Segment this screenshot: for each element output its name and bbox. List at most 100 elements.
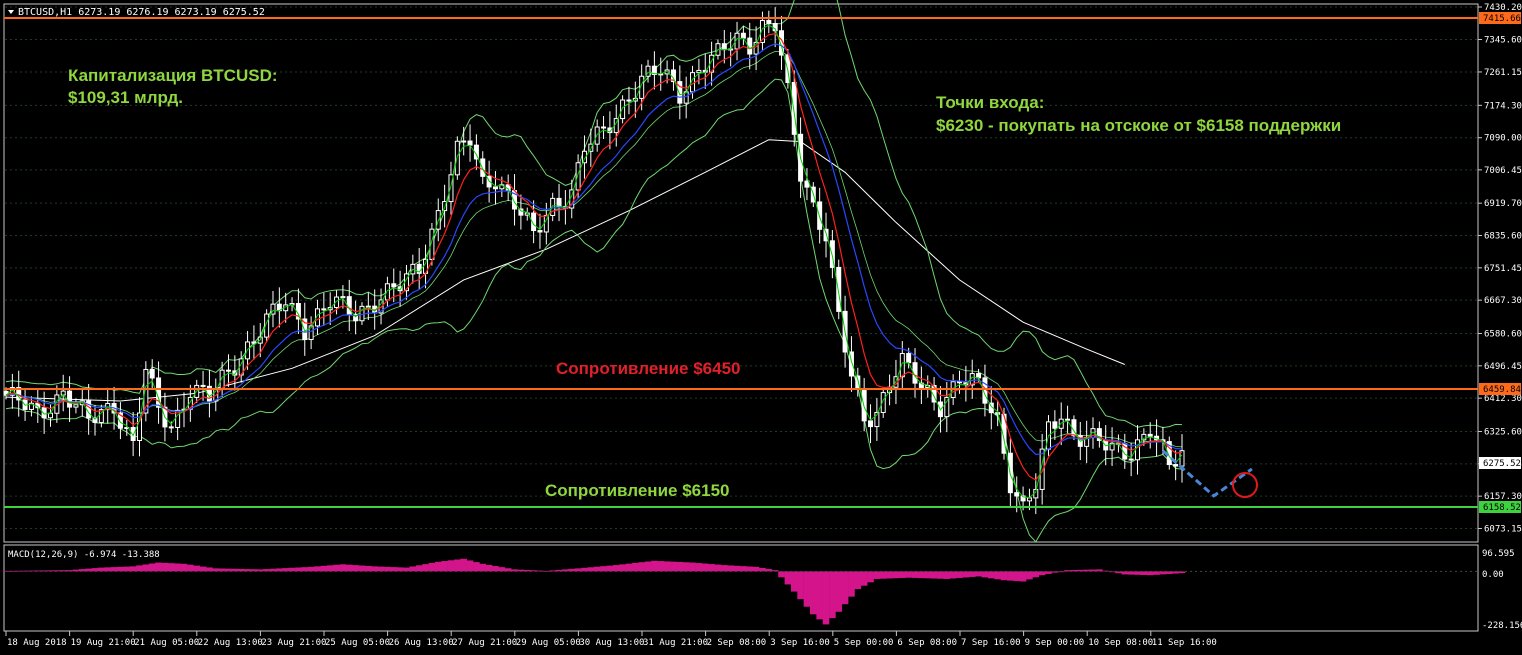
candle-body [1173,464,1179,467]
candle-body [492,186,498,190]
candle-body [696,69,702,74]
macd-bar [199,566,207,572]
price-tick-label: 6919.70 [1484,199,1522,209]
time-tick-label: 29 Aug 05:00 [516,638,581,648]
time-tick-label: 3 Sep 16:00 [770,638,830,648]
macd-bar [1134,571,1141,575]
macd-bar [994,571,1001,580]
macd-bar [1007,571,1014,581]
candle-body [721,43,727,51]
macd-bar [810,571,817,615]
macd-bar [187,564,194,572]
macd-bar [492,566,499,572]
macd-bar [911,571,919,578]
macd-bar [104,567,112,572]
macd-bar [320,565,328,572]
price-tick-label: 7174.30 [1484,101,1522,111]
macd-bar [879,571,887,579]
candle-body [1141,433,1147,441]
macd-bar [1140,571,1148,575]
candle-body [149,368,155,379]
macd-bar [117,566,124,572]
macd-bar [816,571,823,620]
macd-bar [148,563,156,572]
candle-body [391,283,397,288]
time-tick-label: 6 Sep 08:00 [897,638,957,648]
macd-bar [110,567,118,572]
macd-bar [1038,571,1046,576]
macd-bar [638,562,645,572]
macd-bar [409,566,417,572]
macd-bar [797,571,804,600]
macd-bar [460,558,467,572]
macd-bar [803,571,811,607]
macd-bar [377,566,385,572]
macd-bar [714,564,722,572]
macd-bar [358,565,366,572]
candle-body [575,162,581,191]
macd-bar [345,564,353,572]
candle-body [601,126,607,129]
macd-bar [390,567,398,572]
candle-body [1065,418,1071,421]
candle-body [868,420,874,428]
candle-body [518,208,524,216]
macd-bar [536,570,544,572]
time-tick-label: 22 Aug 13:00 [198,638,263,648]
price-tick-label: 7430.20 [1484,3,1522,13]
macd-bar [892,571,900,579]
macd-bar [136,565,143,572]
macd-bar [473,562,480,572]
macd-bar [721,565,728,572]
macd-bar [905,571,912,578]
macd-bar [206,567,213,572]
price-tick-label: 6751.45 [1484,264,1522,274]
entry-points-text: $6230 - покупать на отскоке от $6158 под… [936,116,1341,135]
macd-bar [288,567,296,572]
macd-bar [956,571,963,578]
macd-bar [746,566,754,572]
candle-body [251,341,257,344]
macd-bar [651,560,658,572]
symbol-header: BTCUSD,H1 6273.19 6276.19 6273.19 6275.5… [18,7,265,18]
macd-bar [695,563,703,572]
macd-bar [218,568,226,572]
macd-bar [1032,571,1040,578]
macd-bar [593,566,601,572]
macd-bar [943,571,951,579]
macd-bar [867,571,874,583]
macd-bar [422,564,429,572]
macd-bar [333,564,340,572]
macd-bar [193,565,201,572]
resistance-6450-label: Сопротивление $6450 [556,359,740,378]
price-chart: BTCUSD,H1 6273.19 6276.19 6273.19 6275.5… [0,0,1522,655]
macd-bar [676,561,684,572]
macd-bar [727,565,734,572]
candle-body [321,308,327,311]
price-tick-label: 6580.60 [1484,329,1522,339]
macd-bar [822,571,830,625]
candle-body [1147,433,1153,437]
macd-bar [987,571,995,579]
candle-body [906,353,912,364]
macd-bar [1146,571,1154,576]
price-tick-label: 6157.30 [1484,492,1522,502]
macd-bar [371,566,378,572]
macd-tick-bottom: -228.156 [1482,621,1522,631]
macd-bar [829,571,836,619]
time-tick-label: 10 Sep 08:00 [1088,638,1153,648]
mid-line-price-label: 6459.84 [1483,385,1521,395]
entry-points-title: Точки входа: [936,93,1044,112]
bottom-line-price-label: 6158.52 [1483,503,1521,513]
macd-bar [657,561,665,572]
time-tick-label: 18 Aug 2018 [7,638,67,648]
price-tick-label: 7006.45 [1484,166,1522,176]
macd-bar [415,565,423,572]
capitalization-value: $109,31 млрд. [68,88,183,107]
macd-bar [231,568,239,572]
candle-body [766,20,772,25]
macd-bar [663,561,671,572]
macd-bar [485,564,493,572]
time-tick-label: 27 Aug 21:00 [452,638,517,648]
macd-bar [873,571,881,579]
